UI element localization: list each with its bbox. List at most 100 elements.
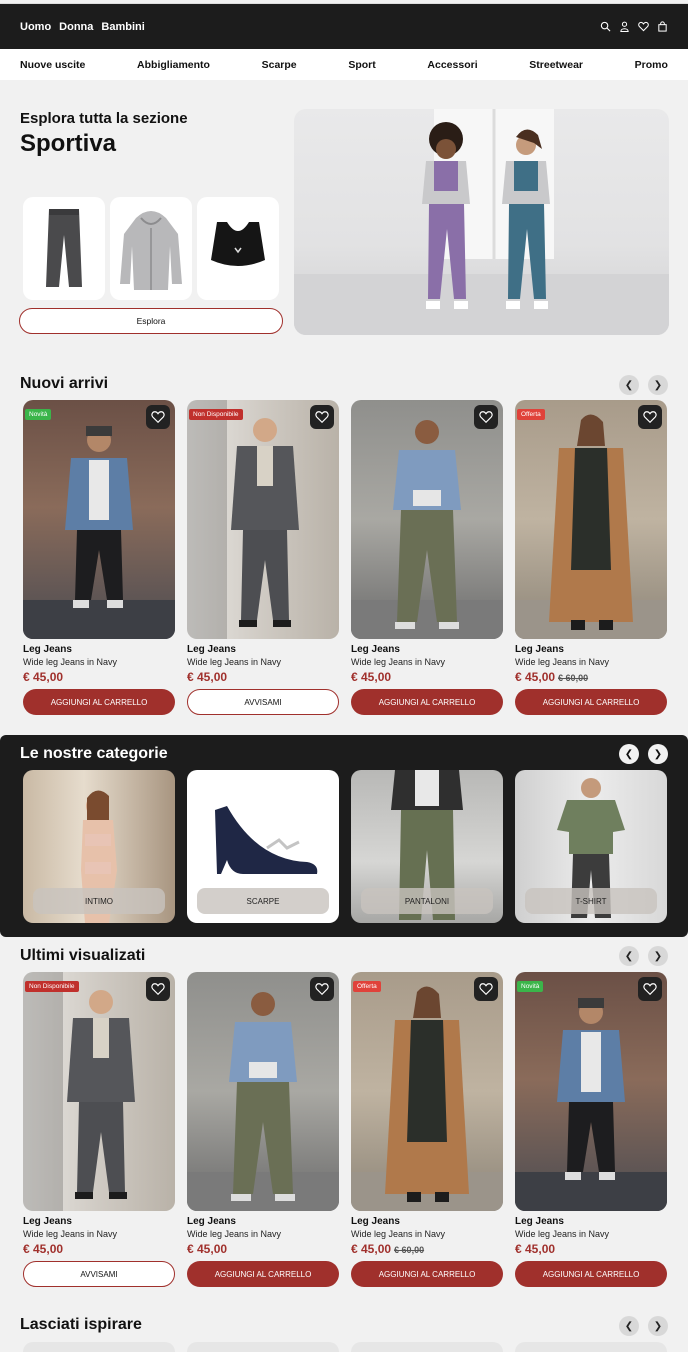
- heart-icon[interactable]: [310, 977, 334, 1001]
- product-image[interactable]: [351, 400, 503, 639]
- product-card[interactable]: Offerta Leg Jeans Wide leg Jeans in Navy…: [351, 972, 503, 1287]
- add-to-cart-button[interactable]: AGGIUNGI AL CARRELLO: [515, 1261, 667, 1287]
- section-title-categories: Le nostre categorie: [20, 745, 168, 762]
- product-image[interactable]: Non Disponibile: [23, 972, 175, 1211]
- hero-image: [294, 109, 669, 335]
- inspire-card[interactable]: [515, 1342, 667, 1352]
- add-to-cart-button[interactable]: AGGIUNGI AL CARRELLO: [351, 689, 503, 715]
- price-current: € 45,00: [515, 670, 556, 684]
- chevron-right-icon[interactable]: ❯: [648, 744, 668, 764]
- chevron-left-icon[interactable]: ❮: [619, 1316, 639, 1336]
- product-image[interactable]: Offerta: [351, 972, 503, 1211]
- product-price: € 45,00: [351, 670, 503, 684]
- menu-item-sport[interactable]: Sport: [348, 59, 375, 71]
- menu-item-abbigliamento[interactable]: Abbigliamento: [137, 59, 210, 71]
- inspire-list: [23, 1342, 667, 1352]
- category-card-scarpe[interactable]: SCARPE: [187, 770, 339, 923]
- product-name: Leg Jeans: [351, 644, 400, 655]
- product-description: Wide leg Jeans in Navy: [515, 657, 610, 667]
- status-badge: Offerta: [353, 981, 381, 992]
- heart-icon[interactable]: [638, 405, 662, 429]
- chevron-right-icon[interactable]: ❯: [648, 946, 668, 966]
- menu-item-accessori[interactable]: Accessori: [427, 59, 477, 71]
- heart-icon[interactable]: [146, 405, 170, 429]
- add-to-cart-button[interactable]: AGGIUNGI AL CARRELLO: [351, 1261, 503, 1287]
- section-title-recently-viewed: Ultimi visualizati: [20, 947, 146, 964]
- product-card[interactable]: Novità Leg Jeans Wide leg Jeans in Navy …: [515, 972, 667, 1287]
- category-card-pantaloni[interactable]: PANTALONI: [351, 770, 503, 923]
- product-card[interactable]: Leg Jeans Wide leg Jeans in Navy € 45,00…: [351, 400, 503, 715]
- chevron-left-icon[interactable]: ❮: [619, 744, 639, 764]
- explore-button[interactable]: Esplora: [19, 308, 283, 334]
- menu-item-streetwear[interactable]: Streetwear: [529, 59, 583, 71]
- recently-viewed-arrows: ❮ ❯: [619, 946, 668, 966]
- nav-link-uomo[interactable]: Uomo: [20, 21, 51, 33]
- price-old: € 60,00: [394, 1245, 425, 1255]
- new-arrivals-list: Novità Leg Jeans Wide leg Jeans in Navy …: [23, 400, 667, 715]
- heart-icon[interactable]: [638, 21, 649, 32]
- product-card[interactable]: Non Disponibile Leg Jeans Wide leg Jeans…: [187, 400, 339, 715]
- product-description: Wide leg Jeans in Navy: [351, 657, 446, 667]
- search-icon[interactable]: [600, 21, 611, 32]
- thumbnail-sports-bra[interactable]: [197, 197, 279, 300]
- thumbnail-pants[interactable]: [23, 197, 105, 300]
- product-description: Wide leg Jeans in Navy: [23, 657, 118, 667]
- category-label: T-SHIRT: [525, 888, 657, 914]
- add-to-cart-button[interactable]: AGGIUNGI AL CARRELLO: [515, 689, 667, 715]
- status-badge: Novità: [25, 409, 52, 420]
- menu-item-nuove-uscite[interactable]: Nuove uscite: [20, 59, 85, 71]
- thumbnail-hoodie[interactable]: [110, 197, 192, 300]
- product-name: Leg Jeans: [187, 644, 236, 655]
- heart-icon[interactable]: [474, 405, 498, 429]
- menu-item-promo[interactable]: Promo: [635, 59, 668, 71]
- product-price: € 45,00: [23, 1242, 175, 1256]
- section-title-new-arrivals: Nuovi arrivi: [20, 375, 109, 392]
- menu-item-scarpe[interactable]: Scarpe: [262, 59, 297, 71]
- section-title-inspire: Lasciati ispirare: [20, 1316, 142, 1333]
- product-image[interactable]: [187, 972, 339, 1211]
- heart-icon[interactable]: [146, 977, 170, 1001]
- inspire-card[interactable]: [23, 1342, 175, 1352]
- nav-link-donna[interactable]: Donna: [59, 21, 93, 33]
- product-price: € 45,00: [187, 670, 339, 684]
- notify-me-button[interactable]: AVVISAMI: [187, 689, 339, 715]
- price-current: € 45,00: [23, 1242, 64, 1256]
- product-price: € 45,00: [23, 670, 175, 684]
- status-badge: Novità: [517, 981, 544, 992]
- product-image[interactable]: Non Disponibile: [187, 400, 339, 639]
- price-old: € 60,00: [558, 673, 589, 683]
- user-icon[interactable]: [619, 21, 630, 32]
- heart-icon[interactable]: [638, 977, 662, 1001]
- product-name: Leg Jeans: [515, 1216, 564, 1227]
- product-card[interactable]: Non Disponibile Leg Jeans Wide leg Jeans…: [23, 972, 175, 1287]
- product-image[interactable]: Novità: [23, 400, 175, 639]
- add-to-cart-button[interactable]: AGGIUNGI AL CARRELLO: [187, 1261, 339, 1287]
- category-label: SCARPE: [197, 888, 329, 914]
- heart-icon[interactable]: [474, 977, 498, 1001]
- nav-link-bambini[interactable]: Bambini: [101, 21, 144, 33]
- product-price: € 45,00: [515, 1242, 667, 1256]
- price-current: € 45,00: [351, 670, 392, 684]
- product-name: Leg Jeans: [187, 1216, 236, 1227]
- product-image[interactable]: Novità: [515, 972, 667, 1211]
- notify-me-button[interactable]: AVVISAMI: [23, 1261, 175, 1287]
- product-name: Leg Jeans: [23, 644, 72, 655]
- chevron-right-icon[interactable]: ❯: [648, 1316, 668, 1336]
- add-to-cart-button[interactable]: AGGIUNGI AL CARRELLO: [23, 689, 175, 715]
- product-price: € 45,00 € 60,00: [351, 1242, 503, 1256]
- chevron-left-icon[interactable]: ❮: [619, 946, 639, 966]
- bag-icon[interactable]: [657, 21, 668, 32]
- inspire-card[interactable]: [351, 1342, 503, 1352]
- category-card-intimo[interactable]: INTIMO: [23, 770, 175, 923]
- product-image[interactable]: Offerta: [515, 400, 667, 639]
- product-card[interactable]: Offerta Leg Jeans Wide leg Jeans in Navy…: [515, 400, 667, 715]
- product-description: Wide leg Jeans in Navy: [23, 1229, 118, 1239]
- hero-heading: Sportiva: [20, 130, 117, 157]
- product-card[interactable]: Leg Jeans Wide leg Jeans in Navy € 45,00…: [187, 972, 339, 1287]
- product-card[interactable]: Novità Leg Jeans Wide leg Jeans in Navy …: [23, 400, 175, 715]
- inspire-card[interactable]: [187, 1342, 339, 1352]
- heart-icon[interactable]: [310, 405, 334, 429]
- chevron-left-icon[interactable]: ❮: [619, 375, 639, 395]
- chevron-right-icon[interactable]: ❯: [648, 375, 668, 395]
- category-card-t-shirt[interactable]: T-SHIRT: [515, 770, 667, 923]
